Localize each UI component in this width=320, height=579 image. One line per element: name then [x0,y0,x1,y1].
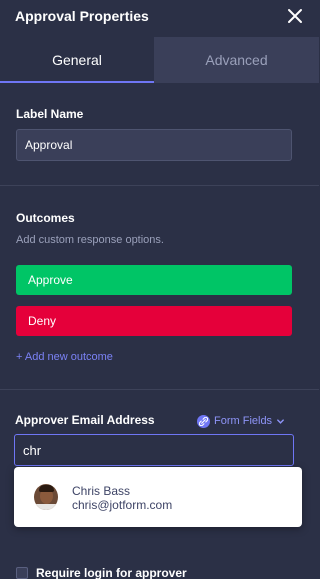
suggestion-dropdown: Chris Bass chris@jotform.com [14,467,302,527]
tab-general-label: General [52,52,102,68]
suggestion-item[interactable]: Chris Bass chris@jotform.com [14,467,302,527]
close-button[interactable] [285,6,305,26]
approver-email-input[interactable] [14,434,294,466]
section-divider [0,389,319,390]
active-tab-indicator [0,81,154,83]
tab-advanced[interactable]: Advanced [154,37,319,83]
chevron-down-icon [277,418,284,424]
outcomes-description: Add custom response options. [16,234,164,246]
tab-general[interactable]: General [0,37,154,83]
label-name-input[interactable] [16,129,292,161]
label-name-heading: Label Name [16,107,84,121]
outcome-deny-label: Deny [28,314,57,328]
form-fields-button[interactable]: Form Fields [197,413,285,429]
require-login-checkbox[interactable] [16,567,28,579]
approver-email-heading: Approver Email Address [15,413,155,427]
outcome-deny[interactable]: Deny [16,306,292,336]
section-divider [0,185,319,186]
suggestion-name: Chris Bass [72,484,131,498]
outcomes-heading: Outcomes [16,211,75,225]
suggestion-email: chris@jotform.com [72,498,173,512]
link-icon [197,414,210,428]
tab-advanced-label: Advanced [205,52,268,68]
outcome-approve-label: Approve [28,273,73,287]
tab-bar: General Advanced [0,37,319,83]
avatar [34,484,58,510]
panel-header: Approval Properties [0,0,319,37]
close-icon [288,9,302,23]
add-outcome-link[interactable]: + Add new outcome [16,351,113,363]
require-login-label: Require login for approver [36,566,187,579]
outcome-approve[interactable]: Approve [16,265,292,295]
panel-title: Approval Properties [15,8,149,24]
form-fields-label: Form Fields [214,415,273,427]
